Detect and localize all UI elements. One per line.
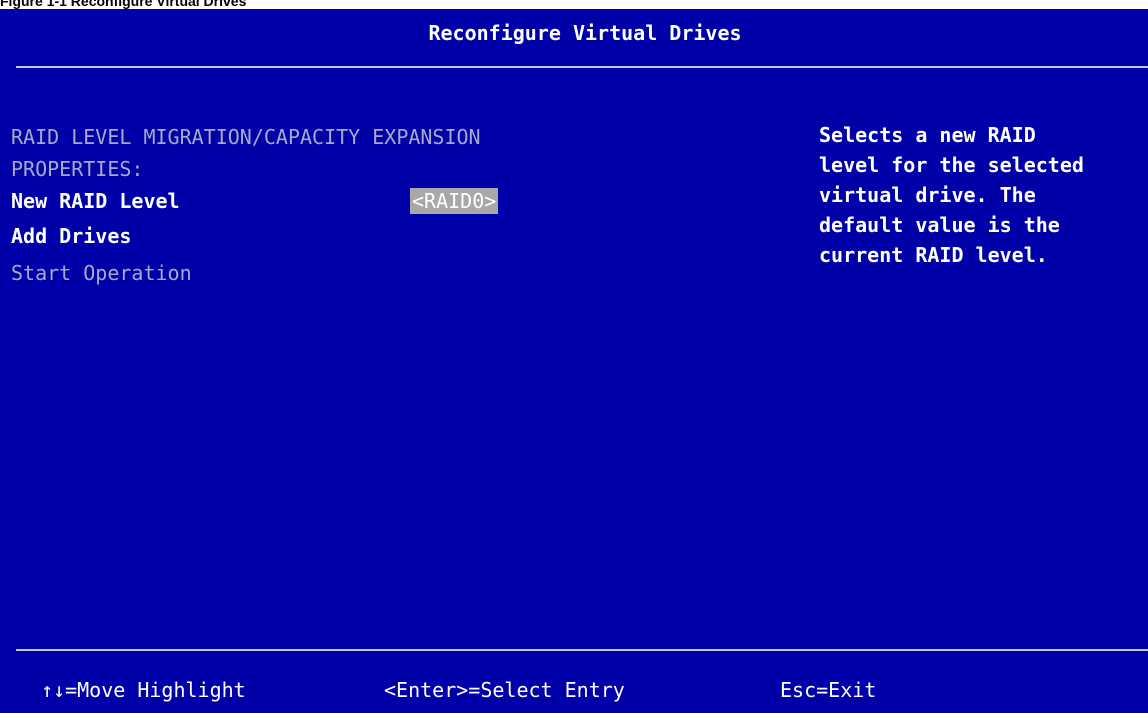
help-line: level for the selected — [819, 153, 1084, 177]
bottom-divider — [16, 649, 1148, 651]
section-heading-line1: RAID LEVEL MIGRATION/CAPACITY EXPANSION — [11, 125, 481, 149]
menu-item-new-raid-level[interactable]: New RAID Level — [11, 188, 180, 214]
page-title: Reconfigure Virtual Drives — [428, 21, 742, 45]
help-line: Selects a new RAID — [819, 123, 1036, 147]
menu-item-add-drives[interactable]: Add Drives — [11, 223, 131, 249]
figure-caption: Figure 1-1 Reconfigure Virtual Drives — [0, 0, 247, 9]
section-heading-line2: PROPERTIES: — [11, 157, 144, 181]
help-line: default value is the — [819, 213, 1060, 237]
menu-item-start-operation[interactable]: Start Operation — [11, 260, 192, 286]
footer-select-hint: <Enter>=Select Entry — [384, 678, 625, 702]
footer-exit-hint: Esc=Exit — [780, 678, 877, 702]
footer-move-hint: ↑↓=Move Highlight — [41, 678, 246, 702]
raid-level-selector[interactable]: <RAID0> — [410, 188, 499, 214]
help-line: virtual drive. The — [819, 183, 1036, 207]
help-panel: Selects a new RAID level for the selecte… — [819, 120, 1148, 270]
help-line: current RAID level. — [819, 243, 1048, 267]
bios-screen: Reconfigure Virtual Drives RAID LEVEL MI… — [0, 9, 1148, 713]
top-divider — [16, 66, 1148, 68]
